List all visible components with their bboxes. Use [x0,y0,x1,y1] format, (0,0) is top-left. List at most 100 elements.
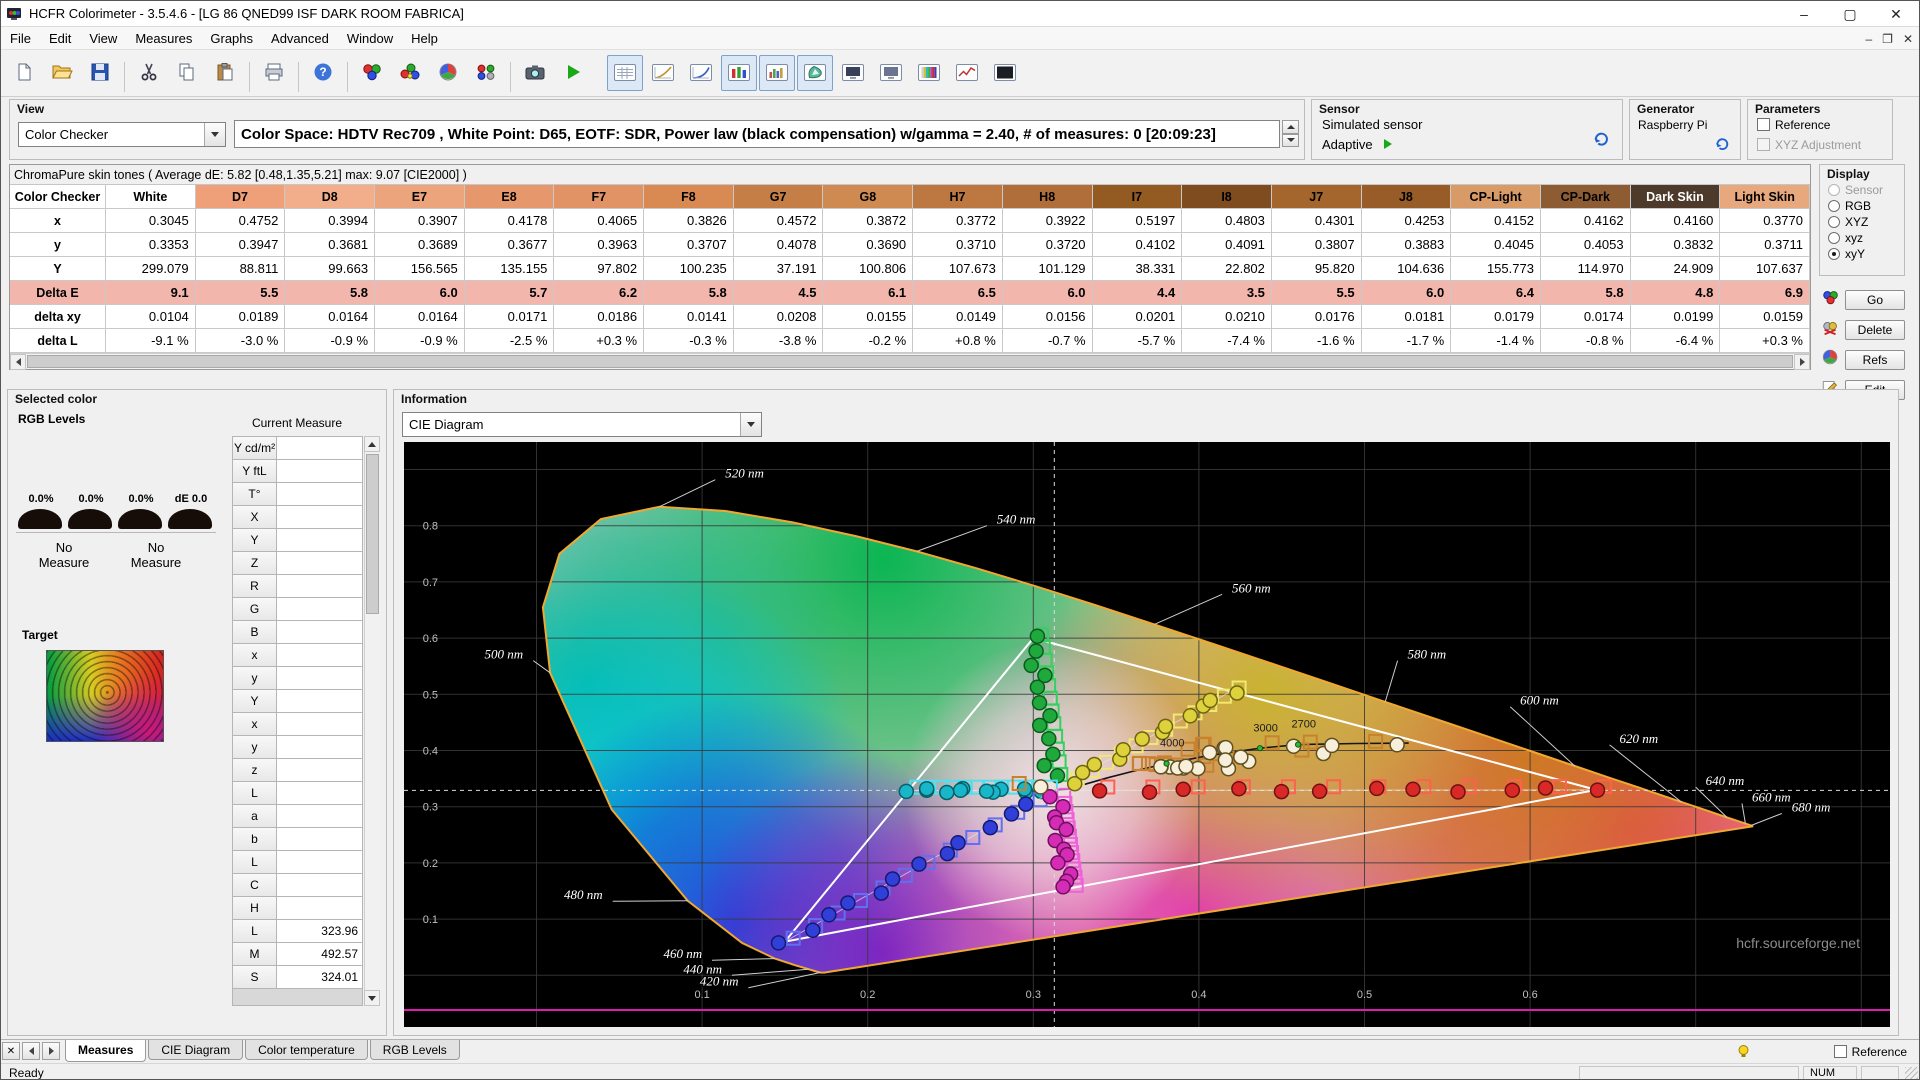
view-monitor-2-button[interactable] [873,55,909,91]
window-close-button[interactable]: ✕ [1873,1,1919,27]
column-header-i7[interactable]: I7 [1092,185,1183,209]
color-checker-select[interactable]: Color Checker [18,122,226,147]
display-radio-xyz[interactable]: XYZ [1828,215,1883,229]
go-button[interactable]: Go [1845,289,1905,310]
start-measure-button[interactable] [555,54,591,90]
view-gamma-button[interactable] [645,55,681,91]
save-button[interactable] [82,54,118,90]
column-header-cp-light[interactable]: CP-Light [1451,185,1541,209]
view-cie-button[interactable] [797,55,833,91]
display-radio-xyy[interactable]: xyY [1828,247,1883,261]
scroll-left-icon[interactable] [10,354,26,370]
mdi-close-button[interactable]: ✕ [1903,32,1913,46]
info-spinner[interactable] [1282,120,1299,147]
measure-balls-button[interactable] [468,54,504,90]
mdi-minimize-button[interactable]: – [1865,32,1872,46]
view-luminance-button[interactable] [683,55,719,91]
radio-icon[interactable] [1828,200,1840,212]
table-horizontal-scrollbar[interactable] [10,353,1810,370]
checkbox-icon[interactable] [1757,118,1770,131]
column-header-cp-dark[interactable]: CP-Dark [1540,185,1631,209]
display-radio-xyz[interactable]: xyz [1828,231,1883,245]
scroll-right-icon[interactable] [1794,354,1810,370]
color-wheel-button[interactable] [430,54,466,90]
column-header-e8[interactable]: E8 [464,185,555,209]
delete-button[interactable]: Delete [1845,319,1905,340]
paste-button[interactable] [207,54,243,90]
column-header-f7[interactable]: F7 [554,185,645,209]
generator-config-button[interactable] [1709,132,1735,156]
tab-measures[interactable]: Measures [65,1040,147,1062]
scroll-up-icon[interactable] [364,436,380,452]
column-header-i8[interactable]: I8 [1182,185,1272,209]
scrollbar-thumb[interactable] [366,454,379,614]
tab-rgb-levels[interactable]: RGB Levels [369,1040,460,1060]
camera-button[interactable] [517,54,553,90]
window-minimize-button[interactable]: – [1781,1,1827,27]
mdi-restore-button[interactable]: ❐ [1882,32,1893,46]
menu-graphs[interactable]: Graphs [201,28,262,49]
column-header-d7[interactable]: D7 [195,185,286,209]
display-radio-rgb[interactable]: RGB [1828,199,1883,213]
measure-vertical-scrollbar[interactable] [364,436,380,1006]
tab-next-icon[interactable] [42,1042,60,1060]
information-view-select[interactable]: CIE Diagram [402,412,762,437]
view-linechart-button[interactable] [949,55,985,91]
column-header-white[interactable]: White [106,185,196,209]
column-header-g8[interactable]: G8 [823,185,914,209]
radio-icon[interactable] [1828,232,1840,244]
copy-button[interactable] [169,54,205,90]
column-header-light-skin[interactable]: Light Skin [1720,185,1810,209]
scroll-down-icon[interactable] [364,990,380,1006]
view-monitor-button[interactable] [835,55,871,91]
chevron-down-icon[interactable] [204,123,225,146]
new-document-button[interactable] [6,54,42,90]
view-rgb-levels-button[interactable] [721,55,757,91]
menu-edit[interactable]: Edit [40,28,80,49]
menu-help[interactable]: Help [402,28,447,49]
window-maximize-button[interactable]: ▢ [1827,1,1873,27]
menu-window[interactable]: Window [338,28,402,49]
menu-measures[interactable]: Measures [126,28,201,49]
cie-diagram[interactable]: 4000 3000 2700 520 nm 540 nm 560 nm 580 nm 600 … [404,442,1890,1027]
rgb-balls-button[interactable] [392,54,428,90]
view-histogram-button[interactable] [759,55,795,91]
print-button[interactable] [256,54,292,90]
checkbox-icon[interactable] [1833,1045,1847,1058]
help-button[interactable]: ? [305,54,341,90]
menu-file[interactable]: File [1,28,40,49]
menu-advanced[interactable]: Advanced [262,28,338,49]
tab-prev-icon[interactable] [22,1042,40,1060]
column-header-color-checker: Color Checker [10,185,106,209]
column-header-g7[interactable]: G7 [733,185,824,209]
radio-icon[interactable] [1828,248,1840,260]
column-header-h8[interactable]: H8 [1002,185,1093,209]
radio-icon[interactable] [1828,216,1840,228]
column-header-j7[interactable]: J7 [1271,185,1362,209]
view-dark-button[interactable] [987,55,1023,91]
tab-color-temperature[interactable]: Color temperature [245,1040,368,1060]
tab-cie-diagram[interactable]: CIE Diagram [148,1040,244,1060]
sensor-config-button[interactable] [1587,126,1615,152]
column-header-d8[interactable]: D8 [285,185,376,209]
spin-up-icon[interactable] [1282,120,1299,134]
view-colorbars-button[interactable] [911,55,947,91]
spin-down-icon[interactable] [1282,133,1299,147]
column-header-f8[interactable]: F8 [644,185,734,209]
column-header-dark-skin[interactable]: Dark Skin [1630,185,1721,209]
column-header-h7[interactable]: H7 [913,185,1003,209]
column-header-j8[interactable]: J8 [1361,185,1452,209]
tab-close-icon[interactable]: ✕ [2,1042,20,1060]
reference-checkbox[interactable]: Reference [1757,118,1830,132]
view-measures-button[interactable] [607,55,643,91]
sensor-balls-button[interactable] [354,54,390,90]
cut-button[interactable] [131,54,167,90]
refs-button[interactable]: Refs [1845,349,1905,370]
scrollbar-thumb[interactable] [27,355,1793,368]
chevron-down-icon[interactable] [740,413,761,436]
resize-grip[interactable] [1905,1067,1918,1079]
reference-toggle[interactable]: Reference [1833,1045,1907,1059]
open-folder-button[interactable] [44,54,80,90]
menu-view[interactable]: View [80,28,126,49]
column-header-e7[interactable]: E7 [375,185,465,209]
